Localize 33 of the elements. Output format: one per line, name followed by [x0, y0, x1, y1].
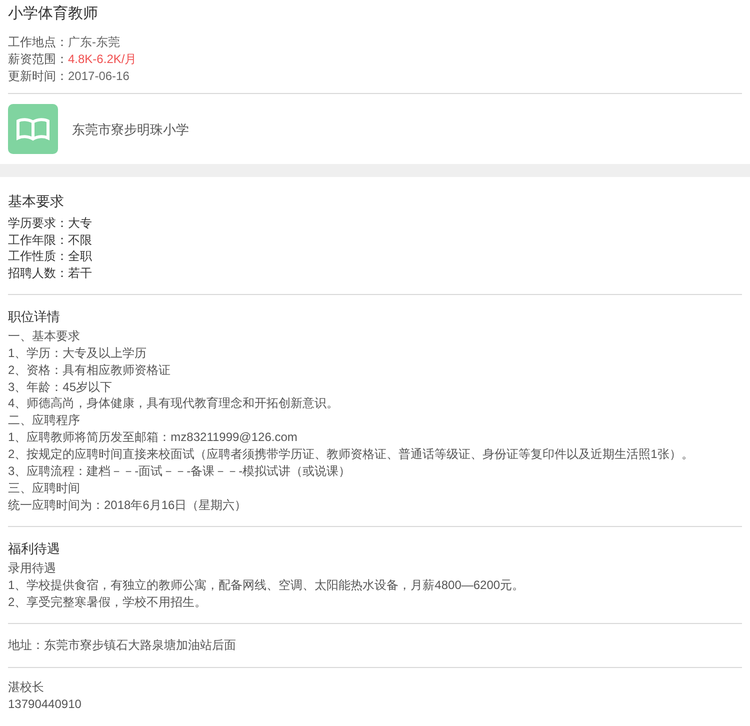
info-value: 2017-06-16	[68, 68, 130, 85]
detail-line: 一、基本要求	[8, 328, 81, 345]
requirement-item: 学历要求：大专	[8, 215, 93, 232]
benefit-line: 1、学校提供食宿，有独立的教师公寓，配备网线、空调、太阳能热水设备，月薪4800—6200元。	[8, 576, 526, 594]
detail-line: 3、年龄：45岁以下	[8, 378, 114, 396]
benefit-line: 录用待遇	[8, 560, 57, 577]
contact-phone: 13790440910	[8, 696, 82, 712]
detail-line: 2、按规定的应聘时间直接来校面试（应聘者须携带学历证、教师资格证、普通话等级证、身份证等复印件以及近期生活照1张）。	[8, 446, 694, 464]
requirement-item: 工作年限：不限	[8, 232, 93, 248]
detail-line: 1、应聘教师将简历发至邮箱：mz83211999@126.com	[8, 429, 298, 446]
detail-line: 4、师德高尚，身体健康，具有现代教育理念和开拓创新意识。	[8, 395, 340, 412]
detail-line: 二、应聘程序	[8, 412, 81, 430]
info-label: 薪资范围：	[8, 51, 68, 68]
job-title: 小学体育教师	[8, 4, 99, 24]
detail-line: 统一应聘时间为：2018年6月16日（星期六）	[8, 496, 248, 514]
detail-line: 三、应聘时间	[8, 480, 81, 497]
detail-line: 1、学历：大专及以上学历	[8, 344, 148, 362]
contact-name: 湛校长	[8, 678, 45, 696]
school-name: 东莞市寮步明珠小学	[72, 120, 189, 138]
section-heading: 福利待遇	[8, 540, 61, 558]
address-text: 地址：东莞市寮步镇石大路泉塘加油站后面	[8, 636, 237, 654]
detail-line: 3、应聘流程：建档－－-面试－－-备课－－-模拟试讲（或说课）	[8, 463, 352, 480]
info-value: 4.8K-6.2K/月	[68, 51, 137, 68]
detail-line: 2、资格：具有相应教师资格证	[8, 362, 172, 379]
info-label: 更新时间：	[8, 68, 68, 85]
section-heading: 基本要求	[8, 192, 65, 211]
benefit-line: 2、享受完整寒暑假，学校不用招生。	[8, 594, 208, 610]
section-heading: 职位详情	[8, 308, 61, 326]
book-icon	[15, 116, 51, 142]
requirement-item: 工作性质：全职	[8, 248, 93, 266]
requirement-item: 招聘人数：若干	[8, 265, 93, 282]
info-value: 广东-东莞	[68, 34, 120, 51]
info-label: 工作地点：	[8, 34, 68, 51]
